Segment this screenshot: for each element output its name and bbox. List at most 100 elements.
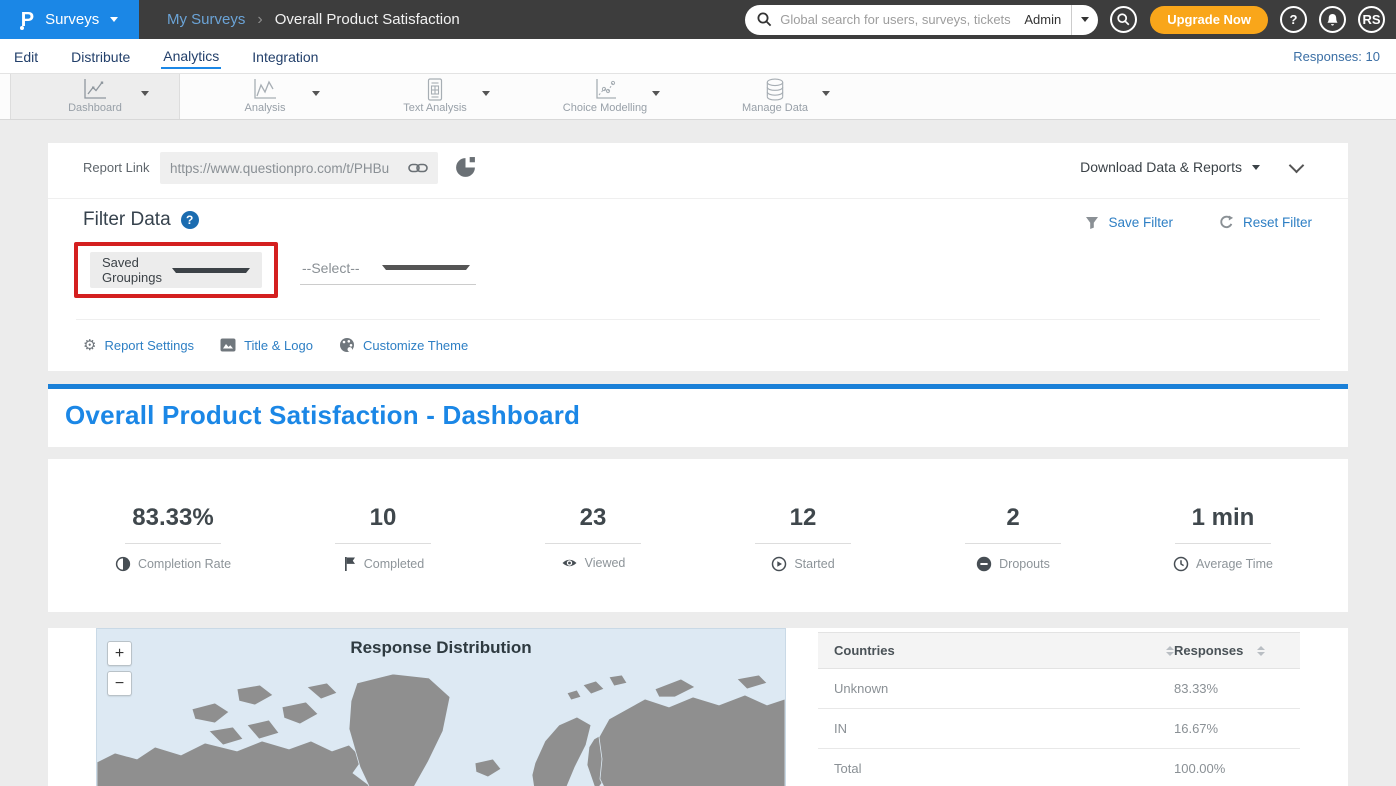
global-search: Admin	[745, 5, 1098, 35]
bell-icon	[1326, 13, 1339, 27]
notifications-button[interactable]	[1319, 6, 1346, 33]
breadcrumb-separator-icon: ›	[257, 11, 262, 29]
divider	[76, 319, 1320, 320]
filter-help-icon[interactable]: ?	[181, 211, 199, 229]
gear-icon: ⚙	[83, 336, 96, 354]
link-icon	[408, 162, 428, 174]
report-link-url: https://www.questionpro.com/t/PHBu	[170, 161, 408, 176]
stat-dropouts: 2 Dropouts	[908, 459, 1118, 612]
title-logo-button[interactable]: Title & Logo	[220, 338, 313, 353]
search-icon	[1117, 13, 1130, 26]
report-settings-button[interactable]: ⚙ Report Settings	[83, 336, 194, 354]
funnel-icon	[1085, 216, 1099, 230]
customize-theme-button[interactable]: Customize Theme	[339, 337, 468, 353]
breadcrumb: My Surveys › Overall Product Satisfactio…	[167, 11, 460, 29]
product-name: Surveys	[45, 11, 99, 28]
toolbar-text-analysis[interactable]: Text Analysis	[350, 74, 520, 119]
divider	[755, 543, 851, 544]
search-icon	[757, 12, 772, 27]
breadcrumb-current-page: Overall Product Satisfaction	[275, 11, 460, 28]
search-scope-label: Admin	[1014, 5, 1072, 35]
section-tabs: Edit Distribute Analytics Integration Re…	[0, 39, 1396, 74]
global-search-input[interactable]	[780, 12, 1014, 27]
countries-table-header: Countries Responses	[818, 632, 1300, 669]
dashboard-title-card: Overall Product Satisfaction - Dashboard	[48, 389, 1348, 447]
stat-viewed: 23 Viewed	[488, 459, 698, 612]
dashboard-chart-icon	[82, 78, 108, 101]
countries-table: Countries Responses Unknown 83.33% IN 16…	[818, 632, 1300, 786]
chevron-down-icon	[172, 268, 250, 273]
live-report-icon[interactable]	[454, 156, 477, 179]
dashboard-title: Overall Product Satisfaction - Dashboard	[65, 400, 580, 431]
question-mark-icon: ?	[1290, 12, 1298, 27]
report-filter-card: Report Link https://www.questionpro.com/…	[48, 143, 1348, 371]
divider	[125, 543, 221, 544]
analysis-chart-icon	[252, 78, 278, 101]
toolbar-manage-data[interactable]: Manage Data	[690, 74, 860, 119]
reset-filter-button[interactable]: Reset Filter	[1219, 215, 1312, 230]
avatar[interactable]: RS	[1358, 6, 1385, 33]
toolbar-analysis[interactable]: Analysis	[180, 74, 350, 119]
divider	[1175, 543, 1271, 544]
saved-groupings-select[interactable]: Saved Groupings	[90, 252, 262, 288]
questionpro-logo-icon: P	[21, 10, 34, 30]
responses-count[interactable]: Responses: 10	[1293, 49, 1380, 64]
annotation-box: Saved Groupings	[74, 242, 278, 298]
play-circle-icon	[771, 556, 787, 572]
eye-icon	[561, 556, 578, 570]
report-link-field[interactable]: https://www.questionpro.com/t/PHBu	[160, 152, 438, 184]
text-analysis-icon	[426, 78, 444, 102]
response-distribution-map[interactable]: Response Distribution + −	[96, 628, 786, 786]
chevron-down-icon[interactable]	[652, 91, 660, 96]
search-scope-dropdown[interactable]	[1072, 5, 1098, 35]
table-row: Total 100.00%	[818, 749, 1300, 786]
divider	[965, 543, 1061, 544]
stat-completed: 10 Completed	[278, 459, 488, 612]
divider	[545, 543, 641, 544]
chevron-down-icon	[382, 265, 470, 270]
map-title: Response Distribution	[97, 638, 785, 658]
palette-icon	[339, 337, 355, 353]
toolbar-dashboard[interactable]: Dashboard	[10, 74, 180, 119]
table-row: Unknown 83.33%	[818, 669, 1300, 709]
sort-icon[interactable]	[1257, 646, 1265, 656]
topbar-actions: Admin Upgrade Now ? RS	[745, 5, 1385, 35]
flag-icon	[342, 556, 357, 572]
chevron-down-icon[interactable]	[141, 91, 149, 96]
collapse-panel-chevron-icon[interactable]	[1289, 158, 1305, 174]
help-button[interactable]: ?	[1280, 6, 1307, 33]
tab-integration[interactable]: Integration	[250, 45, 320, 68]
tab-analytics[interactable]: Analytics	[161, 44, 221, 69]
zoom-in-button[interactable]: +	[107, 641, 132, 666]
report-link-label: Report Link	[83, 160, 149, 175]
world-map[interactable]	[97, 667, 785, 786]
upgrade-now-button[interactable]: Upgrade Now	[1150, 6, 1268, 34]
filter-criteria-select[interactable]: --Select--	[300, 251, 476, 285]
toolbar-choice-modelling[interactable]: Choice Modelling	[520, 74, 690, 119]
save-filter-button[interactable]: Save Filter	[1085, 215, 1173, 230]
reset-icon	[1219, 215, 1234, 230]
chevron-down-icon[interactable]	[822, 91, 830, 96]
tab-distribute[interactable]: Distribute	[69, 45, 132, 68]
chevron-down-icon[interactable]	[482, 91, 490, 96]
divider	[48, 198, 1348, 199]
image-icon	[220, 338, 236, 352]
chevron-down-icon[interactable]	[312, 91, 320, 96]
stat-started: 12 Started	[698, 459, 908, 612]
sort-icon[interactable]	[1166, 646, 1174, 656]
stat-average-time: 1 min Average Time	[1118, 459, 1328, 612]
stat-completion-rate: 83.33% Completion Rate	[68, 459, 278, 612]
clock-icon	[1173, 556, 1189, 572]
top-bar: P Surveys My Surveys › Overall Product S…	[0, 0, 1396, 39]
database-icon	[764, 78, 786, 102]
breadcrumb-my-surveys[interactable]: My Surveys	[167, 11, 245, 28]
search-button[interactable]	[1110, 6, 1137, 33]
stats-card: 83.33% Completion Rate 10 Completed 23 V…	[48, 459, 1348, 612]
chevron-down-icon	[110, 17, 118, 22]
download-data-reports-menu[interactable]: Download Data & Reports	[1080, 159, 1260, 175]
surveys-menu[interactable]: P Surveys	[0, 0, 139, 39]
tab-edit[interactable]: Edit	[12, 45, 40, 68]
half-circle-icon	[115, 556, 131, 572]
column-countries[interactable]: Countries	[834, 643, 1174, 658]
column-responses[interactable]: Responses	[1174, 643, 1284, 658]
